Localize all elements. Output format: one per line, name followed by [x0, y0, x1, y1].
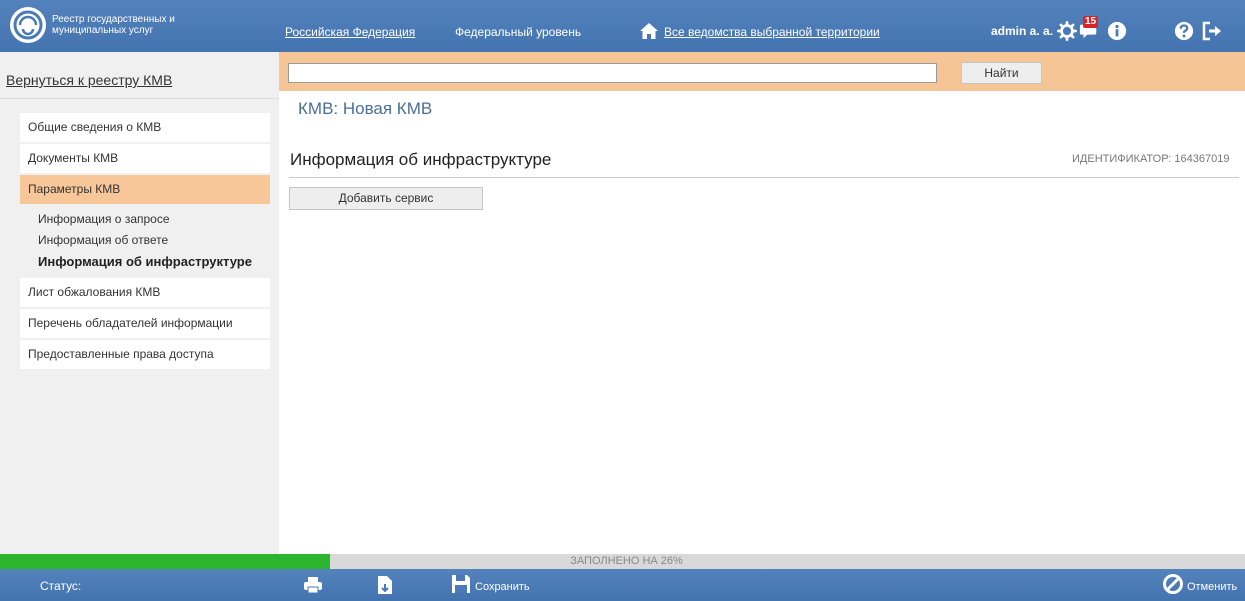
section-title: Информация об инфраструктуре	[290, 150, 552, 169]
cancel-button[interactable]: Отменить	[1187, 581, 1237, 593]
section-divider	[289, 177, 1239, 178]
sidebar-item-documents[interactable]: Документы КМВ	[20, 144, 270, 173]
save-button[interactable]: Сохранить	[475, 581, 530, 593]
progress-bar: ЗАПОЛНЕНО НА 26%	[8, 554, 1245, 569]
sidebar-item-info-holders[interactable]: Перечень обладателей информации	[20, 309, 270, 338]
logout-icon[interactable]	[1201, 20, 1223, 42]
save-icon[interactable]	[450, 573, 472, 593]
sidebar-item-parameters[interactable]: Параметры КМВ	[20, 175, 270, 204]
top-header: Реестр государственных и муниципальных у…	[0, 0, 1245, 52]
region-link[interactable]: Российская Федерация	[285, 25, 415, 39]
gear-icon[interactable]	[1056, 20, 1078, 42]
logo-text: Реестр государственных и муниципальных у…	[52, 14, 175, 36]
notifications-badge: 15	[1083, 16, 1099, 28]
search-button[interactable]: Найти	[961, 62, 1042, 84]
identifier-label: ИДЕНТИФИКАТОР: 164367019	[1072, 153, 1230, 165]
progress-left-cap	[0, 554, 8, 569]
print-icon[interactable]	[302, 575, 324, 595]
status-label: Статус:	[40, 579, 82, 593]
progress-label: ЗАПОЛНЕНО НА 26%	[570, 555, 683, 567]
back-to-registry-link[interactable]: Вернуться к реестру КМВ	[6, 72, 172, 88]
sidebar-menu: Общие сведения о КМВ Документы КМВ Парам…	[20, 113, 270, 371]
cancel-icon[interactable]	[1162, 573, 1184, 594]
sidebar-subitems: Информация о запросе Информация об ответ…	[20, 206, 270, 276]
search-bar: Найти	[279, 52, 1245, 91]
search-input[interactable]	[288, 63, 937, 83]
page-title: КМВ: Новая КМВ	[298, 99, 433, 118]
sidebar-item-access-rights[interactable]: Предоставленные права доступа	[20, 340, 270, 369]
level-link[interactable]: Федеральный уровень	[455, 25, 581, 39]
logo[interactable]: Реестр государственных и муниципальных у…	[10, 5, 270, 45]
departments-link[interactable]: Все ведомства выбранной территории	[664, 25, 880, 39]
info-icon[interactable]	[1106, 20, 1128, 42]
sidebar-divider	[0, 98, 279, 99]
user-name[interactable]: admin a. a.	[991, 24, 1053, 38]
sidebar-subitem-request[interactable]: Информация о запросе	[38, 209, 270, 230]
sidebar: Вернуться к реестру КМВ Общие сведения о…	[0, 52, 279, 554]
add-service-button[interactable]: Добавить сервис	[289, 187, 483, 210]
sidebar-subitem-infrastructure[interactable]: Информация об инфраструктуре	[38, 251, 270, 272]
logo-icon	[10, 7, 46, 43]
sidebar-subitem-response[interactable]: Информация об ответе	[38, 230, 270, 251]
sidebar-item-general[interactable]: Общие сведения о КМВ	[20, 113, 270, 142]
sidebar-item-appeal[interactable]: Лист обжалования КМВ	[20, 278, 270, 307]
home-icon[interactable]	[639, 22, 659, 40]
help-icon[interactable]	[1173, 20, 1195, 42]
bottom-bar: Статус: Сохранить Отменить	[0, 569, 1245, 601]
export-icon[interactable]	[374, 575, 396, 595]
